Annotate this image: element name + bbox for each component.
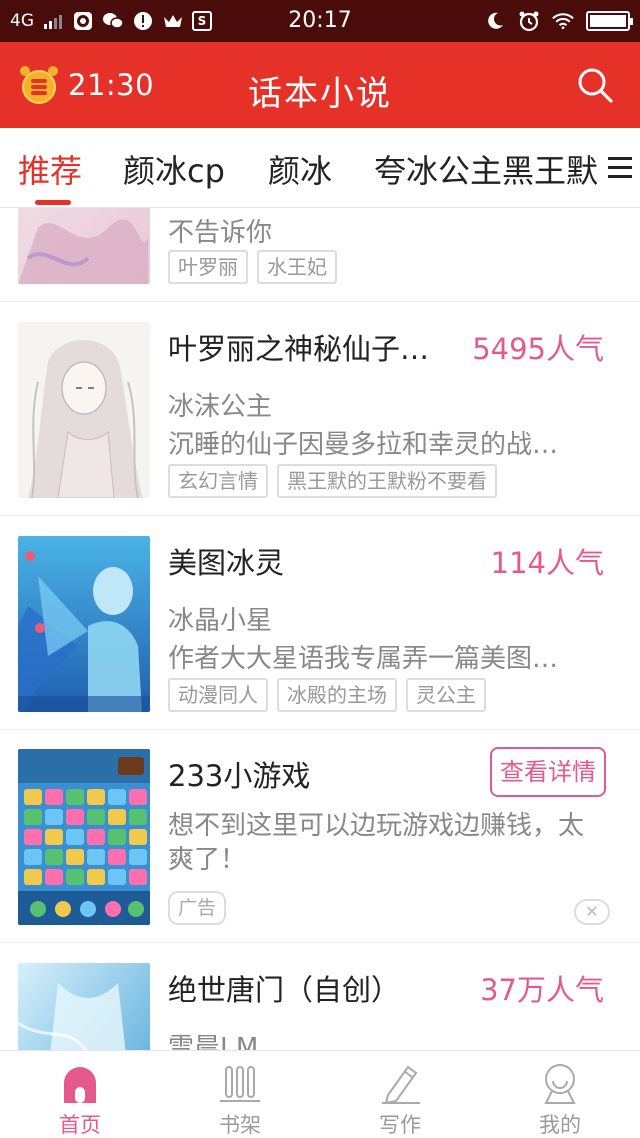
status-bar: 4G S 20:17 <box>0 0 640 42</box>
story-title: 美图冰灵 <box>168 546 285 580</box>
story-author: 不告诉你 <box>168 218 273 248</box>
app-title: 话本小说 <box>248 74 392 114</box>
story-popularity: 5495人气 <box>472 332 604 366</box>
pencil-icon <box>382 1065 420 1105</box>
nav-profile[interactable]: 我的 <box>480 1051 640 1138</box>
story-author: 冰沫公主 <box>168 392 273 422</box>
story-tags: 玄幻言情 黑王默的王默粉不要看 <box>168 464 497 498</box>
story-card[interactable]: 叶罗丽之神秘仙子… 5495人气 冰沫公主 沉睡的仙子因曼多拉和幸灵的战… 玄幻… <box>0 302 640 516</box>
story-popularity: 114人气 <box>490 546 604 580</box>
ad-card[interactable]: 233小游戏 查看详情 想不到这里可以边玩游戏边赚钱，太爽了！ 广告 ✕ <box>0 729 640 943</box>
nav-label: 写作 <box>379 1113 421 1137</box>
ad-label-badge: 广告 <box>168 891 227 925</box>
story-title: 叶罗丽之神秘仙子… <box>168 332 430 366</box>
view-details-button[interactable]: 查看详情 <box>490 747 606 797</box>
story-author: 冰晶小星 <box>168 606 273 636</box>
story-author: 雪晨J.M <box>168 1033 259 1050</box>
nav-label: 书架 <box>219 1113 261 1137</box>
story-tag[interactable]: 水王妃 <box>257 250 337 284</box>
story-description: 作者大大星语我专属弄一篇美图… <box>168 644 559 674</box>
ad-title: 233小游戏 <box>168 759 311 793</box>
active-tab-indicator <box>35 200 71 205</box>
nav-label: 首页 <box>59 1113 101 1137</box>
story-description: 沉睡的仙子因曼多拉和幸灵的战… <box>168 430 559 460</box>
profile-icon <box>544 1064 576 1104</box>
story-cover <box>18 208 150 284</box>
home-icon <box>64 1067 96 1103</box>
app-header: 21:30 话本小说 <box>0 42 640 128</box>
story-tag[interactable]: 玄幻言情 <box>168 464 268 498</box>
search-icon[interactable] <box>576 66 614 104</box>
battery-icon <box>586 11 633 31</box>
story-card[interactable]: 绝世唐门（自创） 37万人气 雪晨J.M <box>0 943 640 1050</box>
wifi-icon <box>552 11 574 31</box>
story-tag[interactable]: 动漫同人 <box>168 678 268 712</box>
nav-bookshelf[interactable]: 书架 <box>160 1051 320 1138</box>
story-title: 绝世唐门（自创） <box>168 973 401 1007</box>
ad-cover <box>18 749 150 925</box>
tab-kuabing[interactable]: 夸冰公主黑王默 <box>374 146 598 192</box>
story-cover <box>18 963 150 1050</box>
story-tag[interactable]: 黑王默的王默粉不要看 <box>277 464 497 498</box>
tab-recommend[interactable]: 推荐 <box>18 146 82 192</box>
alarm-status-icon <box>518 11 540 32</box>
story-cover <box>18 536 150 712</box>
ad-description: 想不到这里可以边玩游戏边赚钱，太爽了！ <box>168 811 585 875</box>
story-card[interactable]: 美图冰灵 114人气 冰晶小星 作者大大星语我专属弄一篇美图… 动漫同人 冰殿的… <box>0 516 640 730</box>
tab-yanbing-cp[interactable]: 颜冰cp <box>123 146 225 192</box>
story-tag[interactable]: 灵公主 <box>406 678 486 712</box>
story-popularity: 37万人气 <box>480 973 604 1007</box>
bottom-navigation: 首页 书架 写作 我的 <box>0 1050 640 1138</box>
close-icon[interactable]: ✕ <box>574 899 610 925</box>
story-feed: 不告诉你 叶罗丽 水王妃 叶罗丽之神秘仙子… 5495人气 冰沫公主 沉睡的仙子… <box>0 208 640 1050</box>
nav-home[interactable]: 首页 <box>0 1051 160 1138</box>
bookshelf-icon <box>220 1066 260 1102</box>
story-cover <box>18 322 150 498</box>
story-tag[interactable]: 冰殿的主场 <box>277 678 397 712</box>
status-right-icons <box>484 0 633 42</box>
category-tabs: 推荐 颜冰cp 颜冰 夸冰公主黑王默 <box>0 128 640 208</box>
tab-yanbing[interactable]: 颜冰 <box>268 146 332 192</box>
story-card[interactable]: 不告诉你 叶罗丽 水王妃 <box>0 208 640 302</box>
nav-label: 我的 <box>539 1113 581 1137</box>
story-tag[interactable]: 叶罗丽 <box>168 250 248 284</box>
story-tags: 叶罗丽 水王妃 <box>168 250 337 284</box>
tab-menu-icon[interactable] <box>600 128 640 207</box>
moon-icon <box>484 11 506 31</box>
nav-write[interactable]: 写作 <box>320 1051 480 1138</box>
story-tags: 动漫同人 冰殿的主场 灵公主 <box>168 678 486 712</box>
